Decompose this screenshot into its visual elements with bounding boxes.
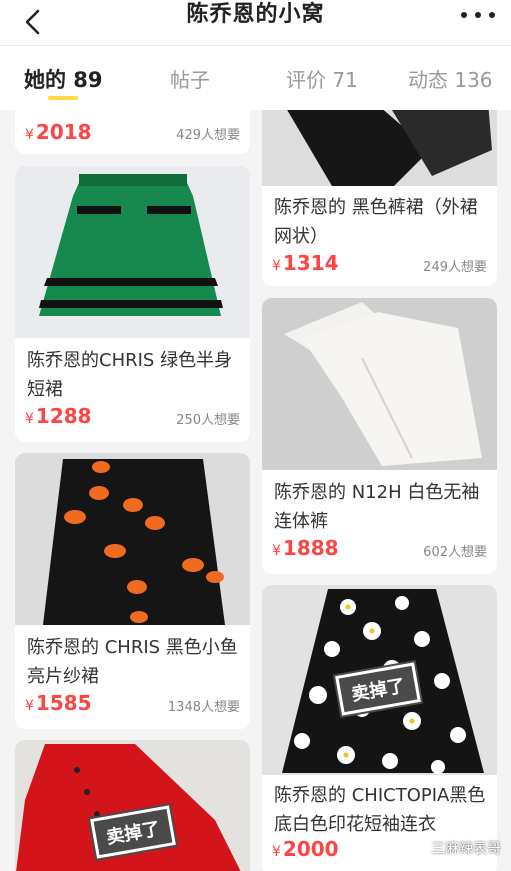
want-count: 1348人想要: [167, 700, 240, 715]
want-count: 250人想要: [176, 413, 240, 428]
top-bar: 陈乔恩的小窝: [0, 0, 511, 46]
product-title: 陈乔恩的 N12H 白色无袖连体裤: [274, 482, 480, 532]
product-image: [15, 166, 250, 338]
want-count: 602人想要: [423, 545, 487, 560]
tab-bar: 她的 89 帖子 评价 71 动态 136: [0, 46, 511, 110]
product-price: ¥1888: [272, 536, 339, 560]
more-dot-icon: [461, 12, 467, 18]
white-jumpsuit-image: [262, 298, 497, 470]
tab-activity[interactable]: 动态 136: [408, 64, 493, 93]
product-title: 陈乔恩的 CHRIS 黑色小鱼亮片纱裙: [27, 637, 238, 687]
fish-dress-image: [15, 453, 250, 625]
product-card[interactable]: 陈乔恩的 CHRIS 黑色小鱼亮片纱裙 ¥1585 1348人想要: [15, 453, 250, 729]
more-dot-icon: [475, 12, 481, 18]
tab-reviews[interactable]: 评价 71: [286, 64, 358, 93]
product-price: ¥1314: [272, 251, 339, 275]
want-count: 429人想要: [176, 128, 240, 143]
product-image: [15, 453, 250, 625]
product-title: 陈乔恩的 黑色裤裙（外裙网状）: [274, 197, 478, 247]
tab-posts[interactable]: 帖子: [170, 64, 210, 93]
watermark-text: 三麻辣表哥: [431, 841, 501, 857]
product-price: ¥1288: [25, 404, 92, 428]
product-title: 陈乔恩的 CHICTOPIA黑色底白色印花短袖连衣: [274, 785, 486, 835]
want-count: 249人想要: [423, 260, 487, 275]
tab-hers[interactable]: 她的 89: [24, 64, 103, 94]
product-card[interactable]: 陈乔恩的 黑色裤裙（外裙网状） ¥1314 249人想要: [262, 80, 497, 286]
product-card[interactable]: 陈乔恩的 N12H 白色无袖连体裤 ¥1888 602人想要: [262, 298, 497, 574]
product-card[interactable]: 卖掉了: [15, 740, 250, 871]
product-price: ¥2000: [272, 837, 339, 861]
product-price: ¥2018: [25, 120, 92, 144]
more-dot-icon: [489, 12, 495, 18]
more-menu-button[interactable]: [461, 0, 495, 30]
product-price: ¥1585: [25, 691, 92, 715]
page-title: 陈乔恩的小窝: [186, 2, 325, 27]
green-skirt-image: [15, 166, 250, 338]
product-image: [262, 298, 497, 470]
product-card[interactable]: 卖掉了 陈乔恩的 CHICTOPIA黑色底白色印花短袖连衣 ¥2000: [262, 585, 497, 871]
product-title: 陈乔恩的CHRIS 绿色半身短裙: [27, 350, 233, 400]
active-tab-indicator: [48, 96, 78, 100]
page: 陈乔恩的小窝 她的 89 帖子 评价 71 动态 136 ¥2018 429人想…: [0, 0, 511, 871]
product-card[interactable]: 陈乔恩的CHRIS 绿色半身短裙 ¥1288 250人想要: [15, 166, 250, 442]
